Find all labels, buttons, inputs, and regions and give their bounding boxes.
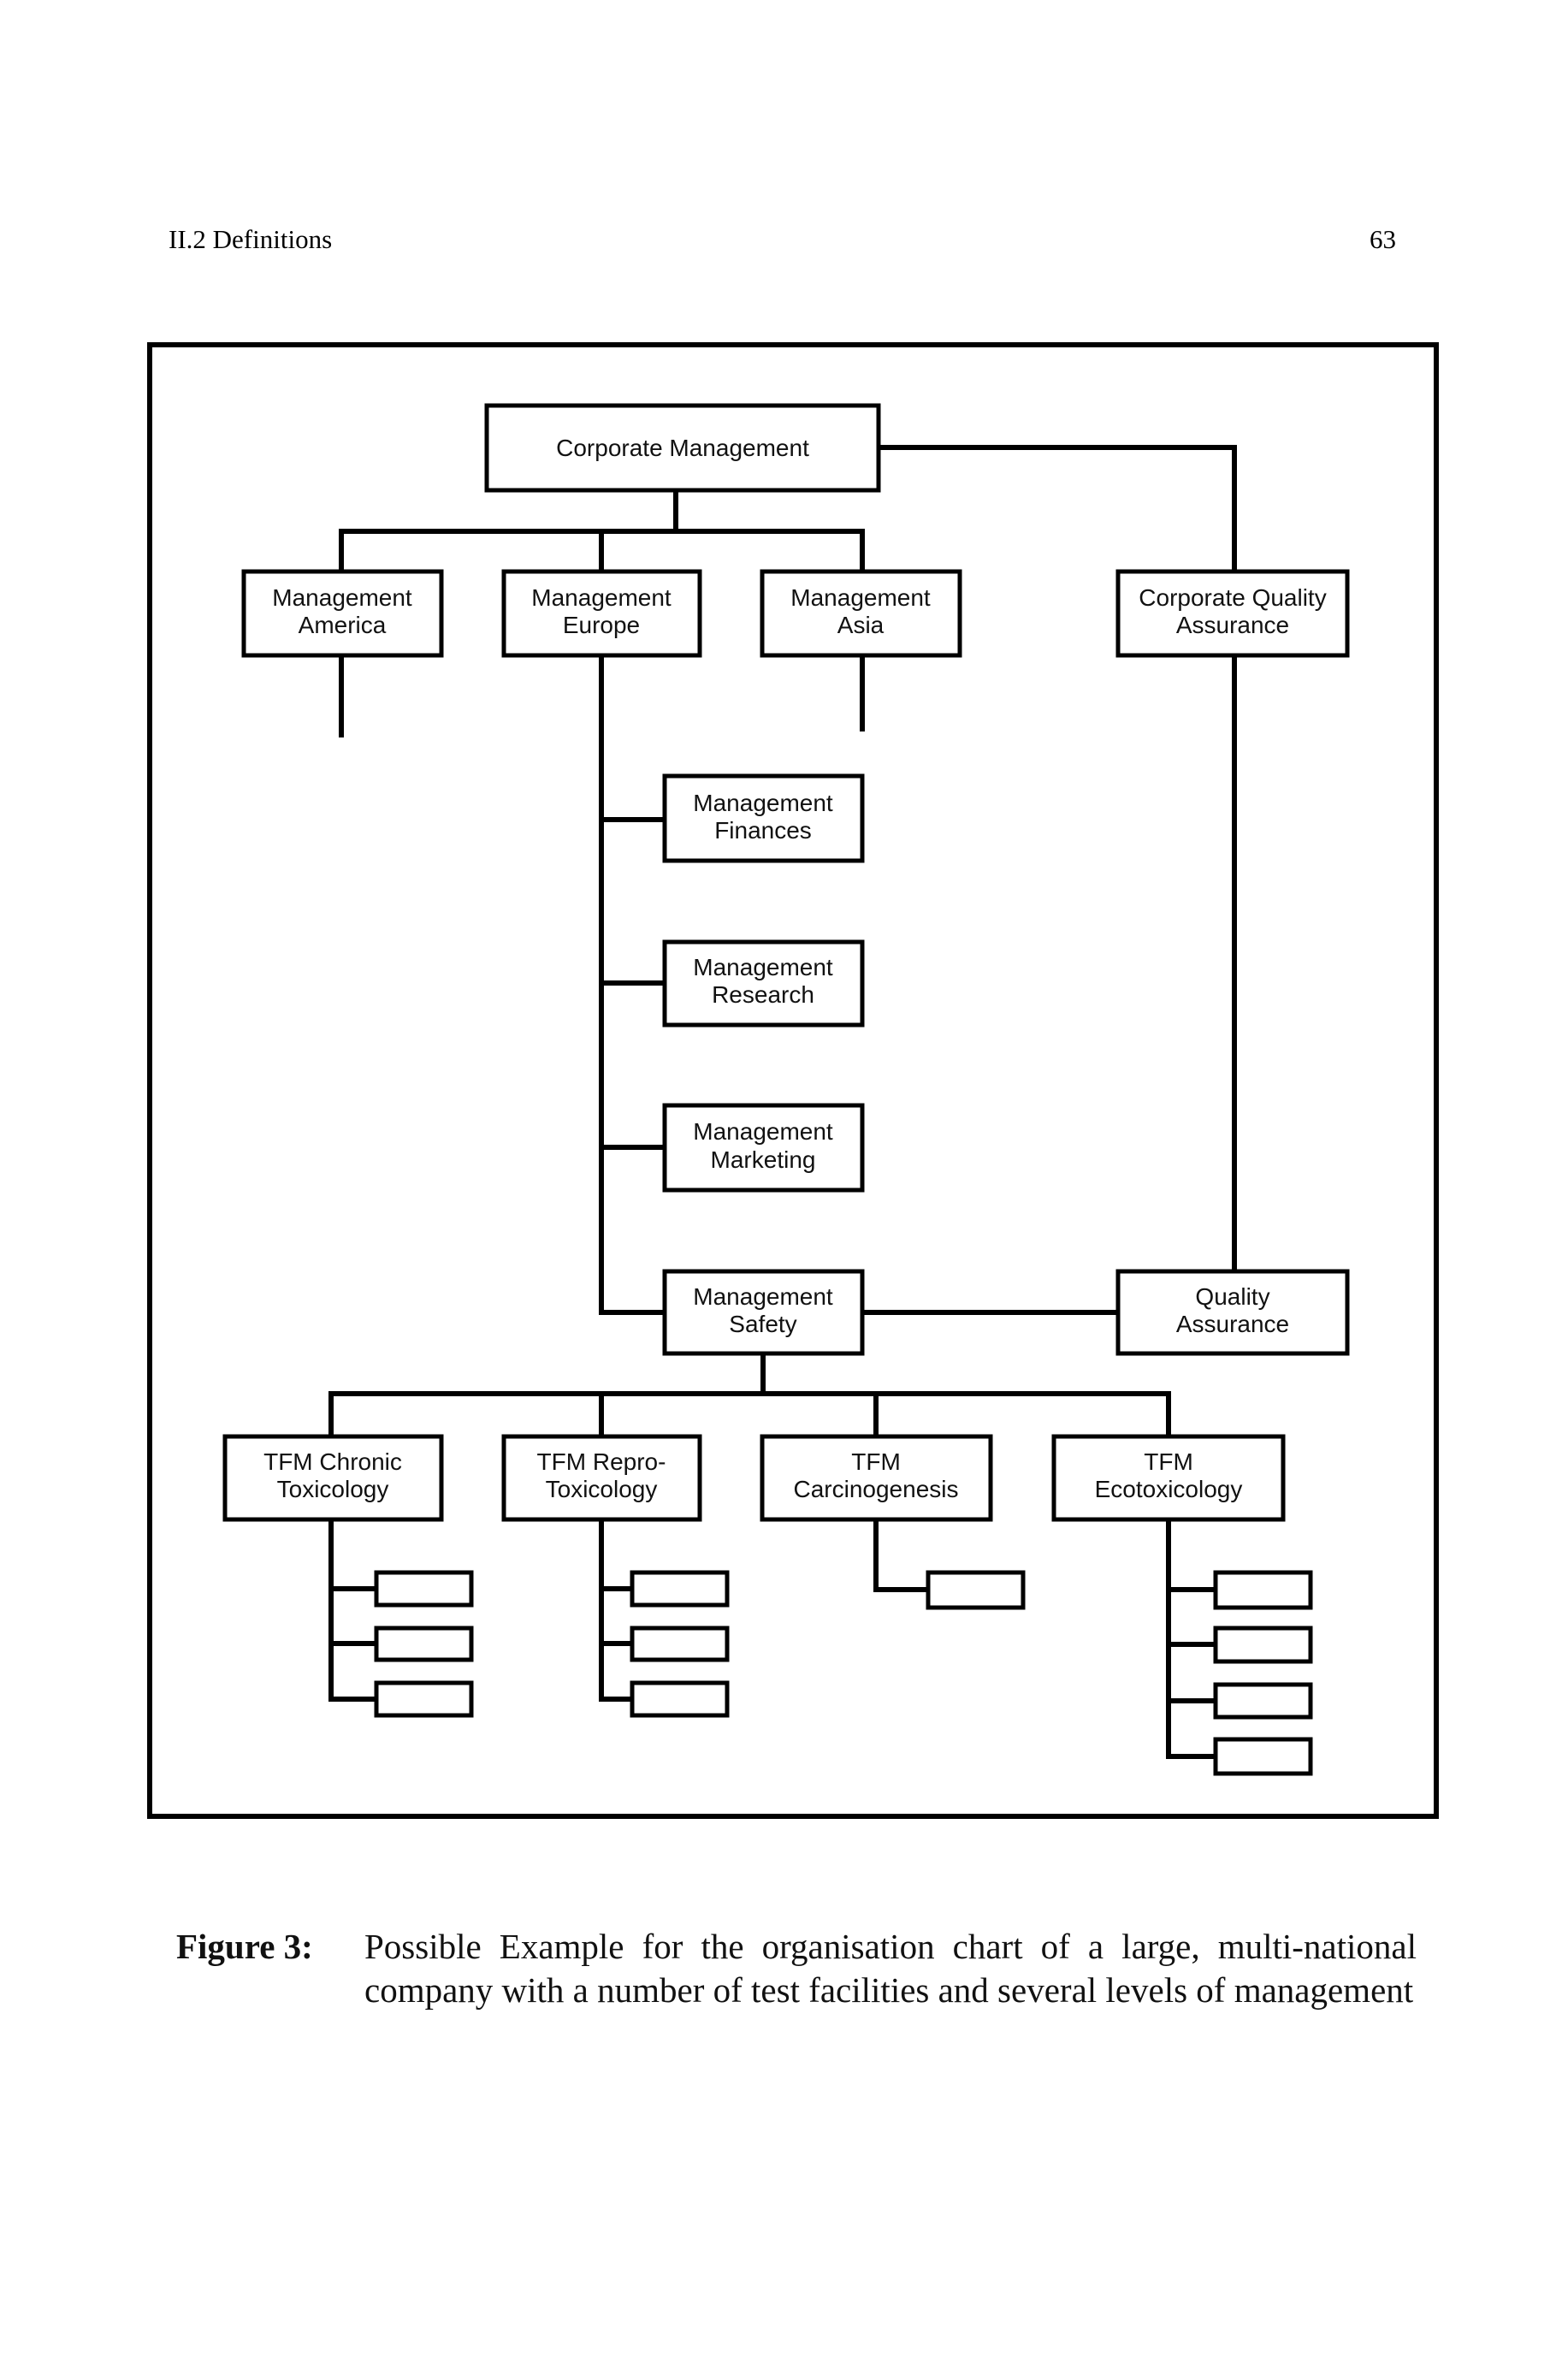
node-label-line1: Management bbox=[693, 790, 833, 816]
subunit-box bbox=[630, 1626, 730, 1662]
node-corporate-management: Corporate Management bbox=[484, 403, 881, 493]
node-label-line2: America bbox=[299, 612, 387, 638]
node-tfm-repro-toxicology: TFM Repro- Toxicology bbox=[501, 1434, 702, 1522]
node-label-line1: Management bbox=[693, 1118, 833, 1145]
node-management-safety: Management Safety bbox=[662, 1269, 865, 1356]
subunit-box bbox=[630, 1680, 730, 1718]
connector-carc-spine bbox=[873, 1517, 931, 1592]
node-label-line2: Ecotoxicology bbox=[1095, 1476, 1243, 1502]
node-label-line1: Management bbox=[272, 584, 412, 611]
node-label-line2: Carcinogenesis bbox=[794, 1476, 959, 1502]
node-tfm-chronic-toxicology: TFM Chronic Toxicology bbox=[222, 1434, 444, 1522]
subunit-box bbox=[926, 1570, 1026, 1610]
subunits-ecotoxicology bbox=[1213, 1570, 1313, 1776]
subunits-carcinogenesis bbox=[926, 1570, 1026, 1610]
node-management-marketing: Management Marketing bbox=[662, 1103, 865, 1193]
org-chart: Corporate Management Management America … bbox=[147, 342, 1439, 1819]
connector-repro-spine bbox=[599, 1517, 635, 1702]
node-label-line2: Toxicology bbox=[277, 1476, 389, 1502]
node-label-line2: Safety bbox=[729, 1311, 796, 1337]
subunits-chronic bbox=[374, 1570, 474, 1718]
node-management-asia: Management Asia bbox=[760, 569, 962, 658]
connector-eco-spine bbox=[1166, 1517, 1218, 1759]
node-label-line1: TFM bbox=[1144, 1448, 1193, 1475]
connector-chronic-spine bbox=[328, 1517, 379, 1702]
subunit-box bbox=[630, 1570, 730, 1608]
node-label-line1: Management bbox=[693, 954, 833, 980]
node-label-line2: Asia bbox=[837, 612, 885, 638]
node-label-line2: Assurance bbox=[1176, 1311, 1289, 1337]
node-label-line1: Management bbox=[790, 584, 931, 611]
node-management-research: Management Research bbox=[662, 939, 865, 1028]
subunit-box bbox=[1213, 1682, 1313, 1720]
node-label-line2: Marketing bbox=[711, 1146, 816, 1173]
node-label-line2: Toxicology bbox=[546, 1476, 658, 1502]
node-label-line1: Management bbox=[531, 584, 672, 611]
node-label-line1: TFM Repro- bbox=[537, 1448, 666, 1475]
node-management-america: Management America bbox=[241, 569, 444, 658]
node-label-line1: Corporate Quality bbox=[1139, 584, 1326, 611]
node-label-line1: Quality bbox=[1195, 1283, 1269, 1310]
connector-cm-cqa bbox=[876, 445, 1237, 574]
node-label-line2: Europe bbox=[563, 612, 640, 638]
subunits-repro bbox=[630, 1570, 730, 1718]
node-management-finances: Management Finances bbox=[662, 773, 865, 863]
node-label-line1: TFM bbox=[851, 1448, 901, 1475]
node-quality-assurance: Quality Assurance bbox=[1115, 1269, 1350, 1356]
subunit-box bbox=[1213, 1737, 1313, 1776]
node-corporate-quality-assurance: Corporate Quality Assurance bbox=[1115, 569, 1350, 658]
node-label-line1: Management bbox=[693, 1283, 833, 1310]
node-tfm-ecotoxicology: TFM Ecotoxicology bbox=[1051, 1434, 1286, 1522]
node-management-europe: Management Europe bbox=[501, 569, 702, 658]
subunit-box bbox=[374, 1680, 474, 1718]
node-label-line2: Research bbox=[712, 981, 814, 1008]
subunit-box bbox=[374, 1626, 474, 1662]
node-label-line2: Finances bbox=[714, 817, 812, 844]
node-label-line1: TFM Chronic bbox=[263, 1448, 402, 1475]
caption-text: Possible Example for the organisation ch… bbox=[364, 1927, 1417, 2010]
node-label-line2: Assurance bbox=[1176, 612, 1289, 638]
caption-label: Figure 3: bbox=[176, 1927, 313, 1966]
node-tfm-carcinogenesis: TFM Carcinogenesis bbox=[760, 1434, 993, 1522]
subunit-box bbox=[1213, 1626, 1313, 1664]
node-label: Corporate Management bbox=[556, 435, 809, 461]
subunit-box bbox=[374, 1570, 474, 1608]
subunit-box bbox=[1213, 1570, 1313, 1610]
